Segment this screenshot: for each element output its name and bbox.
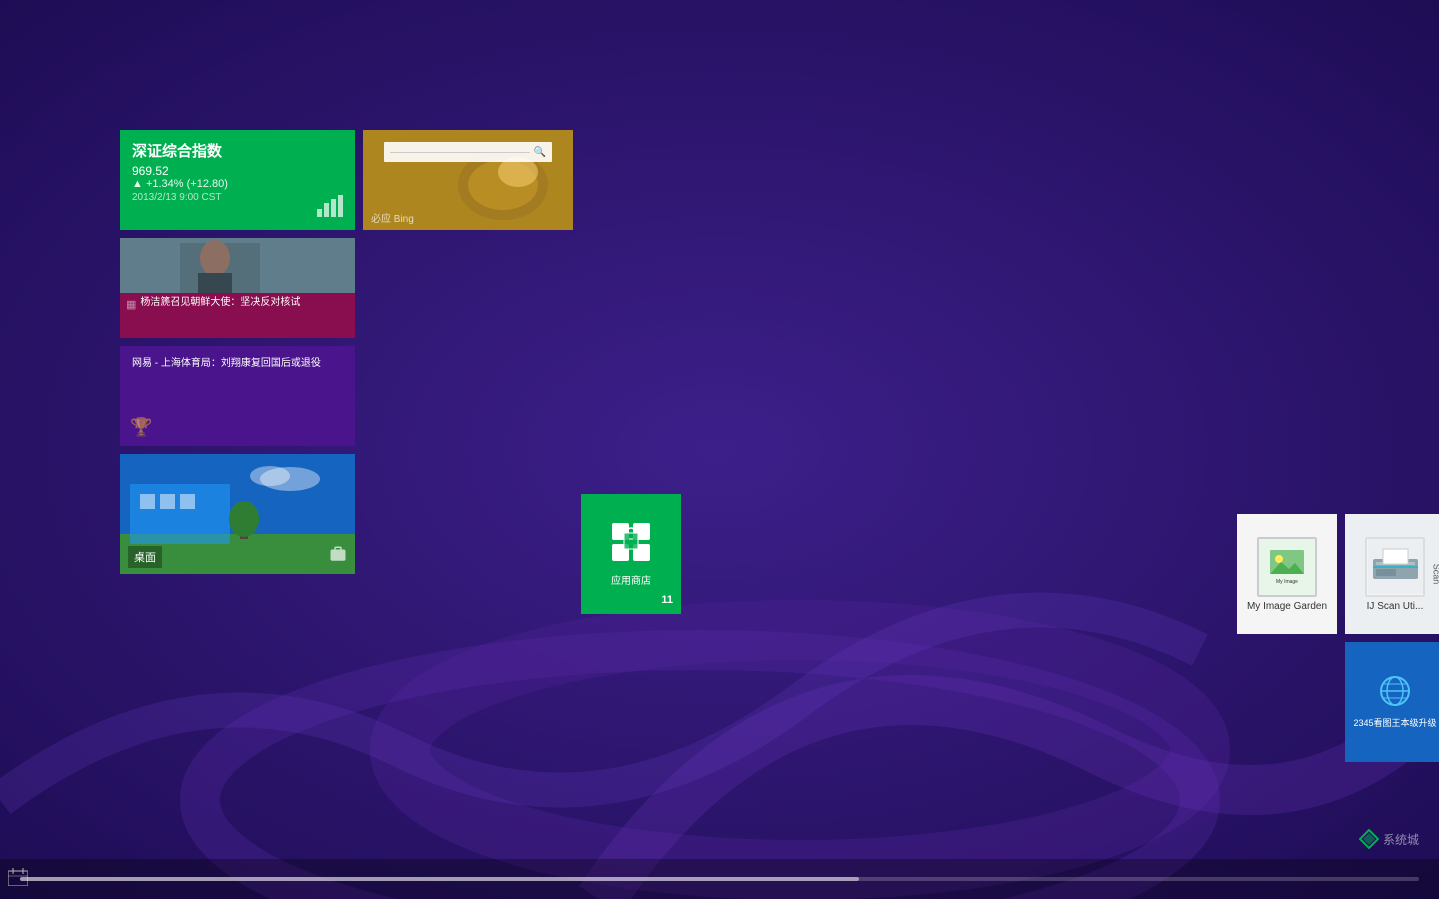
qq-icon [443, 515, 493, 575]
stock-change: ▲ +1.34% (+12.80) [132, 178, 343, 190]
people-label: 人脉 [1331, 465, 1353, 481]
news1-title: 杨洁篪召见朝鲜大使：坚决反对核试 [140, 296, 300, 309]
s2345-label: 2345看图王本级升级 [1353, 718, 1436, 730]
music-icon [875, 513, 930, 573]
scan-text: Scan [1432, 564, 1439, 585]
tile-skydrive[interactable]: SkyDrive [1345, 130, 1439, 250]
stock-date: 2013/2/13 9:00 CST [132, 192, 343, 203]
tile-ijscan[interactable]: IJ Scan Uti... Scan [1345, 514, 1439, 634]
user-icon [1343, 55, 1373, 85]
tile-games[interactable]: 游戏 [581, 366, 791, 486]
tile-weather[interactable]: 天气 [363, 238, 573, 358]
stock-chart-icon [317, 195, 345, 222]
ie-label: Internet Explorer [598, 321, 665, 332]
tile-map[interactable]: 地图 [689, 494, 789, 614]
ijscan-icon [1365, 537, 1425, 597]
page-title: 开始 [120, 33, 226, 108]
cntv-label: CNTV-CBox 客户端 [1248, 718, 1327, 730]
tile-news2[interactable]: 网易 - 上海体育局：刘翔康复回国后或退役 🏆 [120, 346, 355, 446]
tile-cntv[interactable]: CNTV-CBox 客户端 [1237, 642, 1337, 762]
ijscan-label: IJ Scan Uti... [1367, 601, 1424, 612]
tile-ie[interactable]: Internet Explorer [581, 238, 681, 358]
cntv-icon [1267, 674, 1307, 714]
mail-icon [1315, 284, 1370, 331]
camera-icon [727, 266, 772, 309]
user-area: Administrator [1219, 49, 1379, 91]
tile-music[interactable]: 音乐 [797, 494, 1007, 614]
desktop-label: 桌面 [134, 552, 156, 564]
calendar-number: 15 [1091, 145, 1149, 197]
stock-name: 深证综合指数 [132, 140, 343, 161]
qq-label: QQ [459, 581, 476, 593]
tile-people[interactable]: 人脉 [1237, 386, 1439, 506]
appstore-icon [610, 521, 652, 568]
video-icon [1095, 260, 1145, 315]
tile-group-cal: 15 星期五 [1015, 130, 1225, 762]
tile-myimage[interactable]: My Image My Image Garden [1237, 514, 1337, 634]
tile-group-main: 🔍 必应 Bing 照片 [363, 130, 1007, 762]
appstore-badge: 11 [661, 594, 673, 606]
calendar-day: 星期五 [1100, 197, 1139, 216]
avatar[interactable] [1337, 49, 1379, 91]
tile-camera[interactable]: 相机 [689, 238, 809, 358]
tile-desktop[interactable]: 桌面 [120, 454, 355, 574]
watermark-diamond-icon: 系统城 [1359, 829, 1419, 849]
intel-icon: intel [1267, 159, 1307, 194]
camera-label: 相机 [738, 315, 760, 331]
tile-bing[interactable]: 🔍 必应 Bing [363, 130, 573, 230]
tile-message[interactable]: :-) 消息 [363, 366, 573, 486]
mail-label: 邮件 [1331, 337, 1353, 353]
watermark-text: 系统城 [1383, 831, 1419, 848]
tile-appstore[interactable]: 应用商店 11 [581, 494, 681, 614]
stock-price: 969.52 [132, 164, 343, 178]
weather-label: 天气 [457, 317, 479, 333]
people-icon [1310, 412, 1375, 459]
music-label: 音乐 [891, 579, 913, 595]
message-icon: :-) [443, 390, 493, 440]
s2345-icon [1373, 674, 1418, 714]
intel-label: 英特尔® 快速存储技术 [1245, 198, 1329, 221]
svg-text:My Image: My Image [1276, 579, 1298, 585]
tile-calendar[interactable]: 15 星期五 [1015, 130, 1225, 230]
myimage-label: My Image Garden [1247, 601, 1327, 612]
tile-qq[interactable]: QQ [363, 494, 573, 614]
tile-mail[interactable]: 邮件 [1237, 258, 1439, 378]
watermark-area: 系统城 [1359, 829, 1419, 849]
ie-icon [609, 265, 654, 315]
appstore-label: 应用商店 [611, 572, 651, 587]
bottom-bar [0, 859, 1439, 899]
skydrive-icon [1373, 165, 1418, 200]
tile-news1[interactable]: ▦ 杨洁篪召见朝鲜大使：坚决反对核试 [120, 238, 355, 338]
tile-stock[interactable]: 深证综合指数 969.52 ▲ +1.34% (+12.80) 2013/2/1… [120, 130, 355, 230]
photo-label: 照片 [675, 194, 697, 210]
user-name: Administrator [1219, 60, 1325, 81]
scroll-bar[interactable] [20, 877, 1419, 881]
myimage-icon: My Image [1257, 537, 1317, 597]
bing-label: 必应 Bing [371, 210, 414, 225]
message-label: 消息 [457, 446, 479, 462]
header: 开始 Administrator [0, 0, 1439, 130]
tile-group-right: intel 英特尔® 快速存储技术 SkyDrive [1237, 130, 1439, 762]
tile-s2345[interactable]: 2345看图王本级升级 [1345, 642, 1439, 762]
weather-icon [443, 264, 493, 309]
svg-text::-): :-) [457, 399, 472, 416]
news2-title: 网易 - 上海体育局：刘翔康复回国后或退役 [132, 356, 343, 371]
skydrive-label: SkyDrive [1375, 204, 1415, 215]
tile-intel[interactable]: intel 英特尔® 快速存储技术 [1237, 130, 1337, 250]
trophy-icon: 🏆 [130, 417, 152, 438]
tile-photo[interactable]: 照片 [581, 130, 791, 230]
map-icon [719, 521, 759, 566]
photo-icon [666, 151, 706, 188]
svg-text:intel: intel [1279, 170, 1297, 180]
suitcase-icon [329, 545, 347, 568]
news1-image [120, 238, 355, 293]
tile-video[interactable]: 视频 [1015, 238, 1225, 358]
map-label: 地图 [728, 572, 750, 588]
tile-group-news: 深证综合指数 969.52 ▲ +1.34% (+12.80) 2013/2/1… [120, 130, 355, 762]
games-label: 游戏 [675, 444, 697, 460]
games-icon [659, 393, 714, 438]
video-label: 视频 [1109, 321, 1131, 337]
